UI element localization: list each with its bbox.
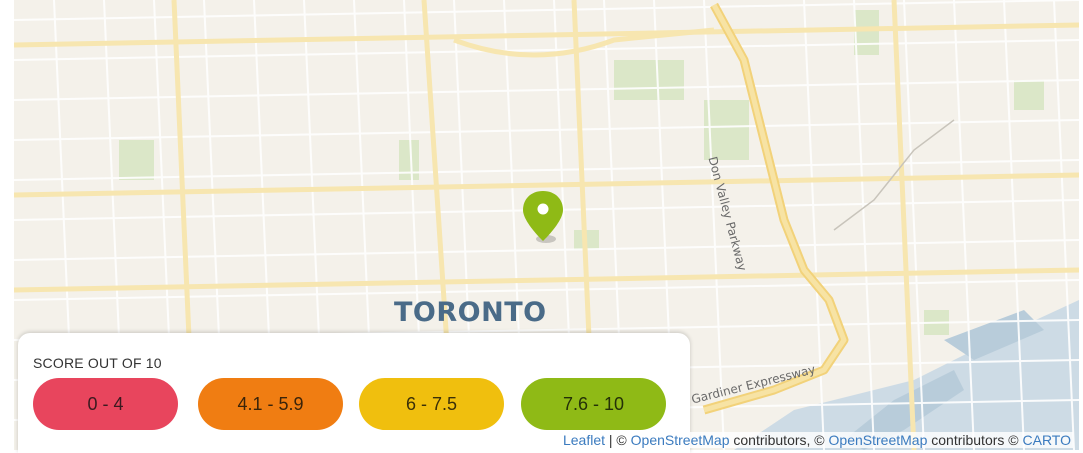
score-range-6-7[interactable]: 6 - 7.5 [359, 378, 504, 430]
attribution-text-2: contributors © [927, 432, 1023, 448]
osm-link-1[interactable]: OpenStreetMap [631, 432, 730, 448]
map-pin-icon[interactable] [520, 189, 566, 245]
score-range-4-6[interactable]: 4.1 - 5.9 [198, 378, 343, 430]
attribution-text-1: contributors, © [729, 432, 829, 448]
carto-link[interactable]: CARTO [1023, 432, 1072, 448]
osm-link-2[interactable]: OpenStreetMap [829, 432, 928, 448]
score-range-0-4[interactable]: 0 - 4 [33, 378, 178, 430]
legend-title: SCORE OUT OF 10 [33, 355, 162, 371]
map-attribution: Leaflet | © OpenStreetMap contributors, … [560, 432, 1073, 448]
attribution-sep: | © [605, 432, 631, 448]
score-range-7-10[interactable]: 7.6 - 10 [521, 378, 666, 430]
city-label: TORONTO [394, 297, 547, 328]
leaflet-link[interactable]: Leaflet [563, 432, 605, 448]
